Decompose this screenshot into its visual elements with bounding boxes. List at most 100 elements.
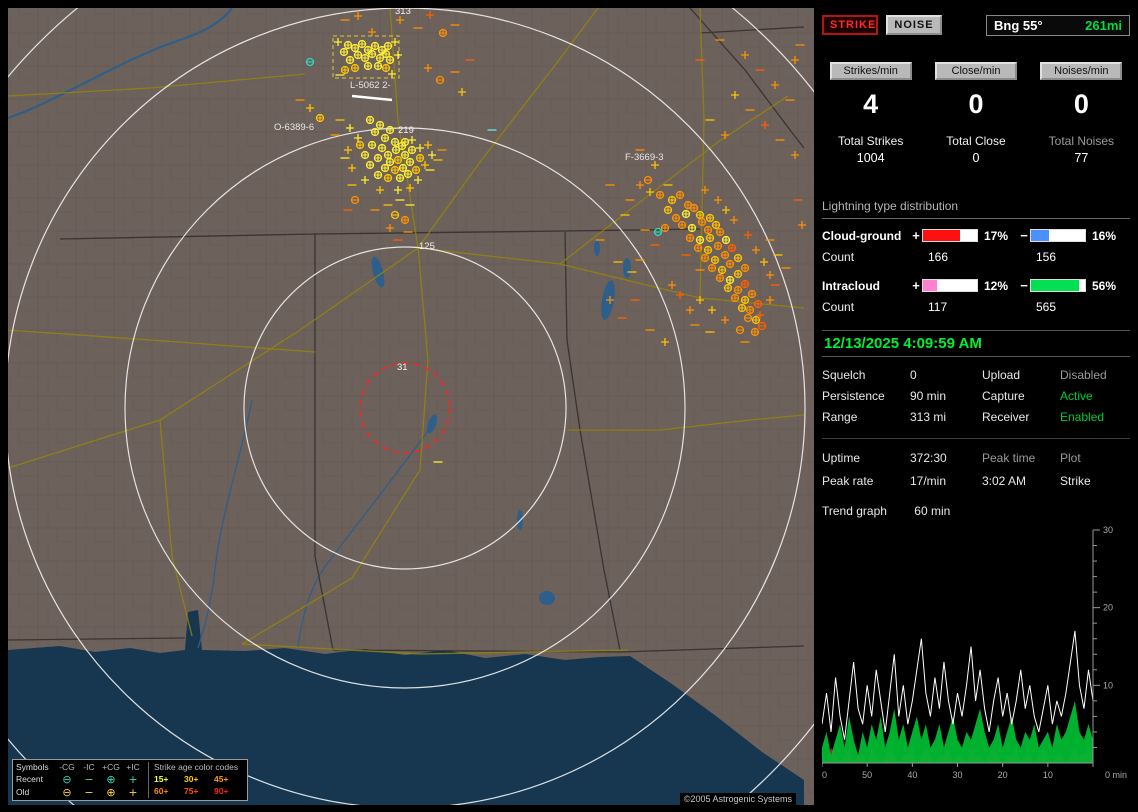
settings-grid: Squelch 0 Upload Disabled Persistence 90…	[822, 368, 1130, 424]
strike-symbol	[707, 263, 717, 273]
strike-symbol	[385, 125, 395, 135]
trend-window-value: 60 min	[914, 504, 951, 518]
noises-per-min-button[interactable]: Noises/min	[1040, 62, 1123, 80]
lightning-tracker-app: 313 219 125 31 L-5062 2- O-6389-6 F-3669-3 Sym…	[0, 0, 1138, 812]
ic-minus-symbol: −	[84, 785, 94, 799]
noise-mode-button[interactable]: NOISE	[886, 15, 942, 35]
trend-graph-header: Trend graph 60 min	[822, 504, 1130, 518]
noises-per-min-value: 0	[1073, 89, 1089, 119]
range-ring-label: 125	[419, 241, 435, 252]
ic-positive-count: 117	[928, 300, 948, 314]
mode-toolbar: STRIKE NOISE Bng 55° 261mi	[822, 14, 1130, 36]
legend-row-label: Recent	[16, 774, 43, 785]
y-tick-label: 20	[1103, 603, 1113, 613]
strike-symbol	[675, 190, 685, 200]
cloud-ground-row: Cloud-ground + 17% − 16% Count 166 156	[822, 228, 1130, 264]
strike-symbol	[355, 140, 365, 150]
copyright-text: ©2005 Astrogenic Systems	[679, 793, 796, 805]
map-legend: Symbols -CG -IC +CG +IC Recent ⊖ − ⊕ + O…	[12, 759, 248, 801]
age-code: 75+	[184, 786, 199, 796]
strike-symbol	[695, 235, 705, 245]
strike-symbol	[693, 243, 703, 253]
cg-minus-symbol: ⊖	[62, 785, 72, 799]
legend-col-header: +CG	[102, 762, 120, 773]
close-per-min-button[interactable]: Close/min	[934, 62, 1017, 80]
ic-negative-count: 565	[1036, 300, 1057, 314]
strike-symbol	[700, 253, 710, 263]
strike-symbol	[363, 61, 373, 71]
age-code: 45+	[214, 774, 229, 784]
strike-symbol	[383, 41, 393, 51]
plus-sign: +	[912, 278, 920, 293]
strike-symbol	[655, 190, 665, 200]
storm-cell-label: F-3669-3	[625, 152, 664, 163]
age-code: 60+	[154, 786, 169, 796]
strike-symbol	[677, 220, 687, 230]
strike-symbol	[751, 315, 761, 325]
strike-symbol	[381, 63, 391, 73]
strike-symbol	[365, 160, 375, 170]
peak-time-label: Peak time	[982, 451, 1036, 465]
storm-cell-label: O-6389-6	[274, 122, 314, 133]
strike-symbol	[697, 217, 707, 227]
map-canvas[interactable]: 313 219 125 31 L-5062 2- O-6389-6 F-3669-3	[8, 8, 814, 805]
strike-symbol	[415, 153, 425, 163]
legend-row-label: Old	[16, 787, 30, 798]
strike-symbol	[660, 223, 670, 233]
minus-sign: −	[1020, 228, 1028, 243]
strike-symbol	[685, 233, 695, 243]
strikes-per-min-button[interactable]: Strikes/min	[829, 62, 912, 80]
bearing-label: Bng 55°	[994, 17, 1043, 33]
total-close-value: 0	[972, 151, 980, 165]
range-ring-label: 219	[398, 125, 414, 136]
strike-symbol	[385, 157, 395, 167]
legend-age-table: Strike age color codes 15+ 30+ 45+ 60+ 7…	[149, 762, 244, 798]
strike-symbol	[745, 305, 755, 315]
range-ring-label: 31	[397, 362, 408, 373]
cg-plus-symbol: ⊕	[106, 772, 116, 786]
strike-symbol	[370, 41, 380, 51]
plot-label: Plot	[1060, 451, 1081, 465]
age-code: 30+	[184, 774, 199, 784]
ic-positive-pct: 12%	[984, 278, 1009, 293]
count-label: Count	[822, 250, 855, 264]
cg-negative-bar	[1030, 229, 1086, 242]
strike-symbol	[400, 137, 410, 147]
legend-symbols-title: Symbols	[16, 762, 49, 773]
ic-positive-bar	[922, 279, 978, 292]
strike-symbol	[713, 241, 723, 251]
strike-mode-button[interactable]: STRIKE	[822, 15, 878, 35]
legend-col-header: +IC	[126, 762, 140, 773]
upload-label: Upload	[982, 368, 1021, 382]
strike-symbol	[721, 235, 731, 245]
strike-symbol	[375, 120, 385, 130]
strike-symbol	[398, 163, 408, 173]
strike-symbol	[733, 253, 743, 263]
strike-symbol	[723, 283, 733, 293]
trend-series-close	[822, 700, 1093, 763]
x-tick-label: 20	[998, 770, 1008, 780]
x-tick-label: 0 min	[1105, 770, 1127, 780]
uptime-label: Uptime	[822, 451, 861, 465]
side-panel: STRIKE NOISE Bng 55° 261mi Strikes/min 4…	[822, 8, 1130, 805]
cg-minus-symbol: ⊖	[62, 772, 72, 786]
strike-symbol	[343, 40, 353, 50]
strike-symbol	[687, 223, 697, 233]
intracloud-row: Intracloud + 12% − 56% Count 117 565	[822, 278, 1130, 314]
close-per-min-value: 0	[968, 89, 984, 119]
ic-plus-symbol: +	[128, 772, 138, 786]
age-code: 90+	[214, 786, 229, 796]
strike-symbol	[383, 173, 393, 183]
strike-symbol	[703, 225, 713, 235]
legend-col-header: -CG	[59, 762, 75, 773]
strike-symbol	[360, 53, 370, 63]
receiver-label: Receiver	[982, 410, 1030, 424]
strike-symbol	[737, 303, 747, 313]
cloud-ground-label: Cloud-ground	[822, 228, 902, 243]
strike-symbol	[703, 245, 713, 255]
strike-symbol	[711, 220, 721, 230]
strike-symbol	[363, 45, 373, 55]
total-strikes-label: Total Strikes	[837, 134, 904, 148]
strike-symbol	[405, 157, 415, 167]
total-strikes-value: 1004	[856, 151, 885, 165]
